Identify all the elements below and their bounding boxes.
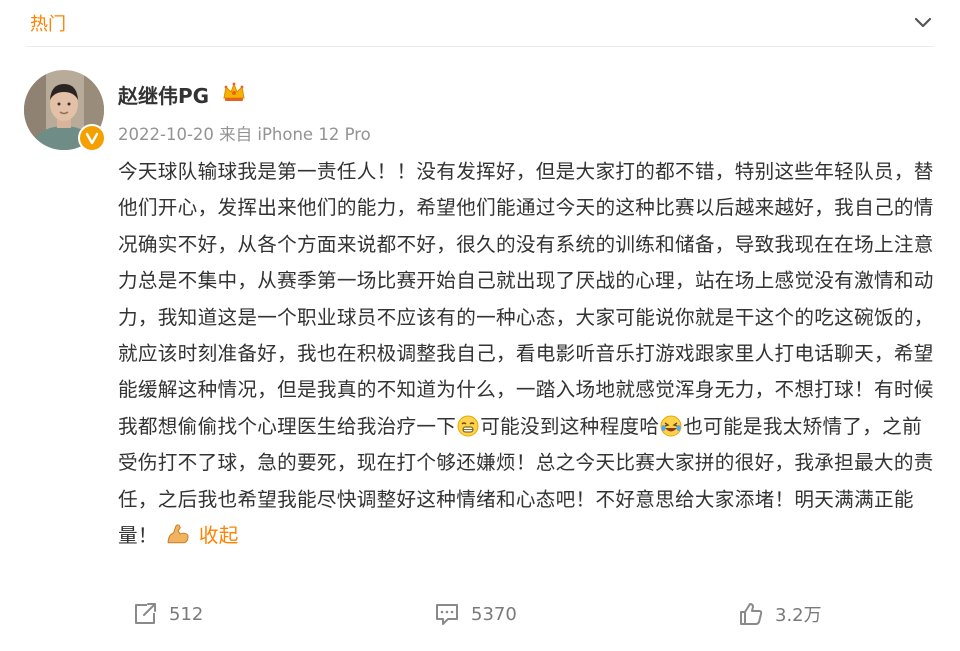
post-meta: 2022-10-20 来自 iPhone 12 Pro — [118, 121, 371, 145]
avatar[interactable] — [24, 70, 106, 152]
like-count: 3.2万 — [775, 605, 822, 626]
author-name[interactable]: 赵继伟PG — [118, 80, 209, 109]
verified-badge-icon — [78, 124, 106, 152]
action-bar: 512 5370 3.2万 — [0, 600, 960, 640]
chevron-down-icon[interactable] — [912, 11, 934, 33]
like-icon — [740, 603, 763, 625]
like-button[interactable]: 3.2万 — [737, 600, 822, 628]
laugh-tears-emoji-icon — [660, 415, 682, 437]
grin-emoji-icon — [457, 415, 479, 437]
comment-button[interactable]: 5370 — [433, 600, 517, 628]
feed-header: 热门 — [0, 0, 960, 46]
header-divider — [26, 46, 934, 47]
flex-arm-emoji-icon — [167, 524, 189, 544]
post-date[interactable]: 2022-10-20 — [118, 125, 214, 144]
comment-icon — [436, 604, 458, 625]
hot-tab-label[interactable]: 热门 — [30, 10, 66, 36]
post-text: 今天球队输球我是第一责任人！！没有发挥好，但是大家打的都不错，特别这些年轻队员，… — [118, 154, 940, 554]
collapse-link[interactable]: 收起 — [199, 524, 239, 547]
crown-icon[interactable] — [222, 81, 246, 103]
post-text-part2: 可能没到这种程度哈 — [480, 414, 660, 438]
post-text-part1: 今天球队输球我是第一责任人！！没有发挥好，但是大家打的都不错，特别这些年轻队员，… — [118, 160, 934, 438]
repost-count: 512 — [169, 603, 204, 625]
repost-button[interactable]: 512 — [131, 600, 203, 628]
comment-count: 5370 — [471, 603, 517, 625]
repost-icon — [135, 603, 156, 624]
post-source: 来自 iPhone 12 Pro — [219, 125, 371, 144]
